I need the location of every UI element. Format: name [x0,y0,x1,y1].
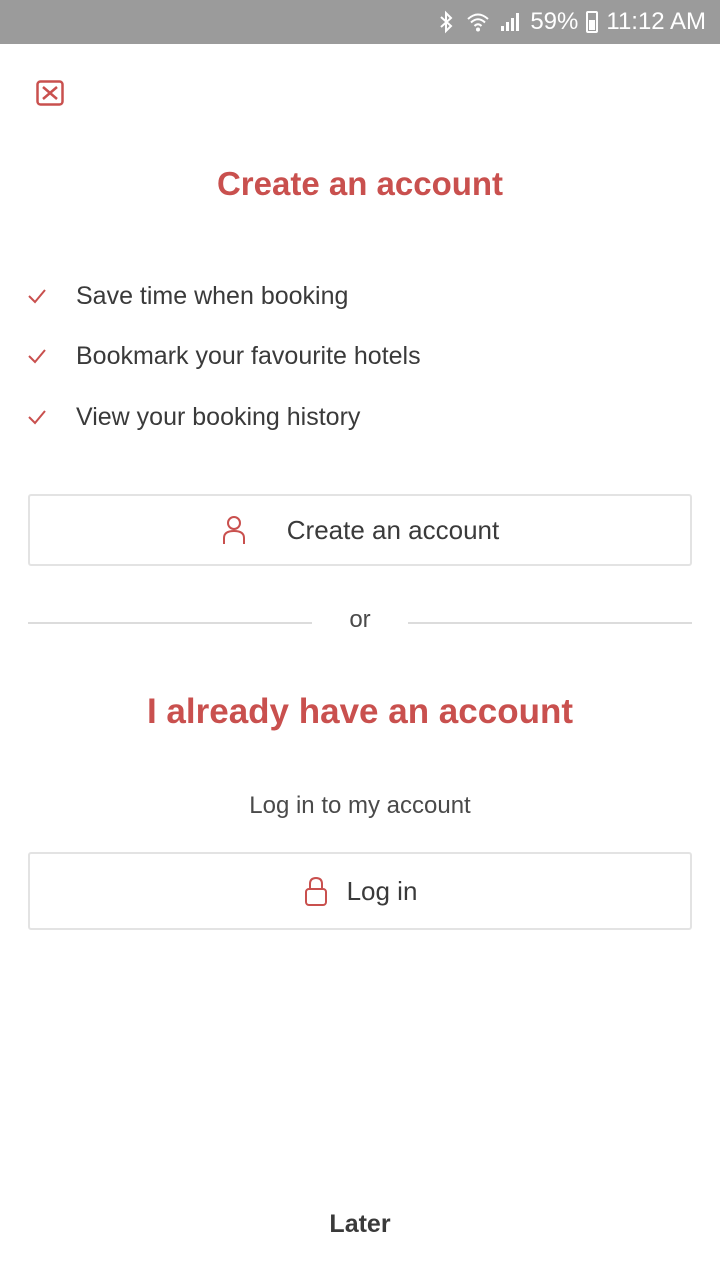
status-bar-right: 59% 11:12 AM [434,6,706,38]
clock: 11:12 AM [606,8,706,35]
login-hint-text: Log in to my account [249,792,471,819]
checkmark-icon [28,410,46,425]
wifi-icon [467,13,489,32]
checkmark-icon [28,289,46,304]
checkmark-icon [28,349,46,364]
signal-icon [501,13,520,31]
feature-item: Bookmark your favourite hotels [26,334,706,378]
battery-icon [586,11,599,33]
person-icon [222,516,245,544]
battery-percentage: 59% [530,8,579,35]
feature-item: View your booking history [26,395,706,439]
feature-label: Bookmark your favourite hotels [76,341,421,370]
divider-right [408,622,692,624]
create-account-label: Create an account [286,514,500,545]
divider-left [28,622,312,624]
login-section-title: I already have an account [146,692,573,731]
login-label: Log in [346,875,418,906]
status-bar: 59% 11:12 AM [0,0,720,44]
login-button[interactable]: Log in [28,852,692,930]
feature-item: Save time when booking [26,274,706,318]
lock-icon [304,876,327,906]
later-link[interactable]: Later [0,1210,720,1239]
divider-or-text: or [349,606,371,633]
feature-label: Save time when booking [76,281,349,310]
bluetooth-icon [440,10,453,34]
feature-label: View your booking history [76,402,361,431]
close-icon[interactable] [36,80,64,106]
page-title: Create an account [216,165,504,202]
create-account-button[interactable]: Create an account [28,494,692,566]
